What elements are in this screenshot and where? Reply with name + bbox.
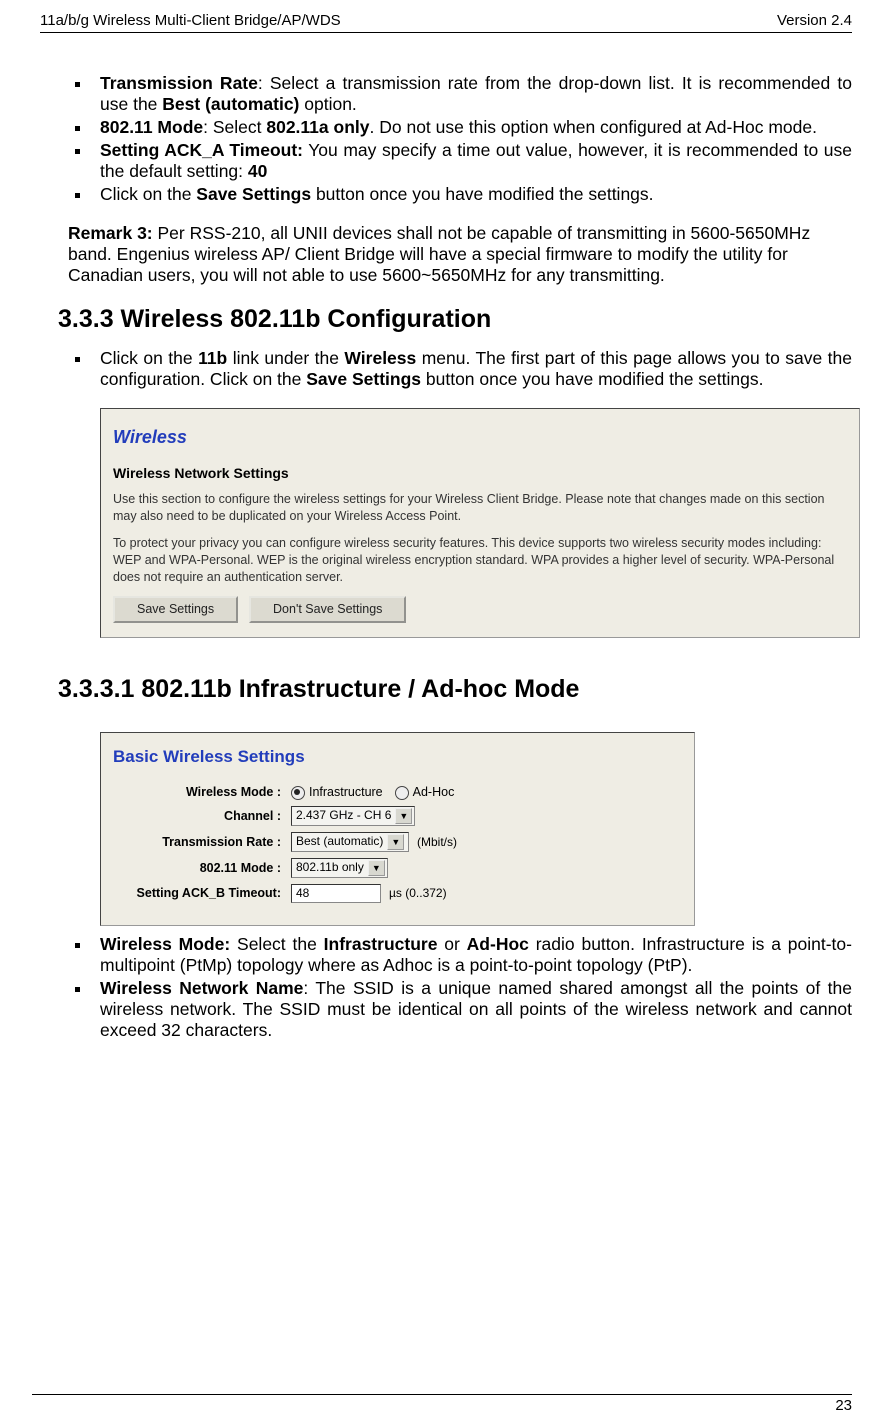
fig1-p1: Use this section to configure the wirele… <box>113 491 845 525</box>
unit-mbits: (Mbit/s) <box>417 835 457 849</box>
chevron-down-icon: ▼ <box>395 808 412 824</box>
fig1-title: Wireless <box>113 427 845 449</box>
row-channel: Channel : 2.437 GHz - CH 6▼ <box>113 806 680 826</box>
header-left: 11a/b/g Wireless Multi-Client Bridge/AP/… <box>40 12 341 30</box>
top-bullet-list: Transmission Rate: Select a transmission… <box>40 73 852 205</box>
heading-3331: 3.3.3.1 802.11b Infrastructure / Ad-hoc … <box>58 674 852 704</box>
bullet-click-11b: Click on the 11b link under the Wireless… <box>92 348 852 390</box>
select-transmission-rate[interactable]: Best (automatic)▼ <box>291 832 409 852</box>
label-80211-mode: 802.11 Mode : <box>113 861 291 876</box>
opt-adhoc: Ad-Hoc <box>413 785 455 800</box>
radio-adhoc[interactable] <box>395 786 409 800</box>
select-channel[interactable]: 2.437 GHz - CH 6▼ <box>291 806 415 826</box>
row-wireless-mode: Wireless Mode : Infrastructure Ad-Hoc <box>113 785 680 800</box>
input-ack-timeout[interactable]: 48 <box>291 884 381 902</box>
unit-us: µs (0..372) <box>389 886 447 900</box>
radio-infrastructure[interactable] <box>291 786 305 800</box>
page-number: 23 <box>32 1394 852 1415</box>
save-settings-button[interactable]: Save Settings <box>113 596 238 623</box>
label-wireless-mode: Wireless Mode : <box>113 785 291 800</box>
opt-infrastructure: Infrastructure <box>309 785 383 800</box>
bullet-transmission-rate: Transmission Rate: Select a transmission… <box>92 73 852 115</box>
remark-3: Remark 3: Per RSS-210, all UNII devices … <box>68 223 846 286</box>
dont-save-settings-button[interactable]: Don't Save Settings <box>249 596 406 623</box>
label-transmission-rate: Transmission Rate : <box>113 835 291 850</box>
bullet-ack-timeout: Setting ACK_A Timeout: You may specify a… <box>92 140 852 182</box>
fig2-title: Basic Wireless Settings <box>113 747 680 767</box>
header-right: Version 2.4 <box>777 12 852 30</box>
label-ack-timeout: Setting ACK_B Timeout: <box>113 886 291 901</box>
row-ack-timeout: Setting ACK_B Timeout: 48 µs (0..372) <box>113 884 680 902</box>
fig1-subhead: Wireless Network Settings <box>113 465 845 482</box>
bullet-wireless-network-name: Wireless Network Name: The SSID is a uni… <box>92 978 852 1041</box>
chevron-down-icon: ▼ <box>387 834 404 850</box>
chevron-down-icon: ▼ <box>368 860 385 876</box>
figure-wireless-settings: Wireless Wireless Network Settings Use t… <box>100 408 860 638</box>
bottom-bullet-list: Wireless Mode: Select the Infrastructure… <box>40 934 852 1041</box>
after-h2-bullet: Click on the 11b link under the Wireless… <box>40 348 852 390</box>
label-channel: Channel : <box>113 809 291 824</box>
fig1-p2: To protect your privacy you can configur… <box>113 535 845 586</box>
figure-basic-wireless: Basic Wireless Settings Wireless Mode : … <box>100 732 695 926</box>
bullet-wireless-mode: Wireless Mode: Select the Infrastructure… <box>92 934 852 976</box>
heading-333: 3.3.3 Wireless 802.11b Configuration <box>58 304 852 334</box>
row-transmission-rate: Transmission Rate : Best (automatic)▼ (M… <box>113 832 680 852</box>
row-80211-mode: 802.11 Mode : 802.11b only▼ <box>113 858 680 878</box>
bullet-80211-mode: 802.11 Mode: Select 802.11a only. Do not… <box>92 117 852 138</box>
bullet-save-settings: Click on the Save Settings button once y… <box>92 184 852 205</box>
select-80211-mode[interactable]: 802.11b only▼ <box>291 858 388 878</box>
